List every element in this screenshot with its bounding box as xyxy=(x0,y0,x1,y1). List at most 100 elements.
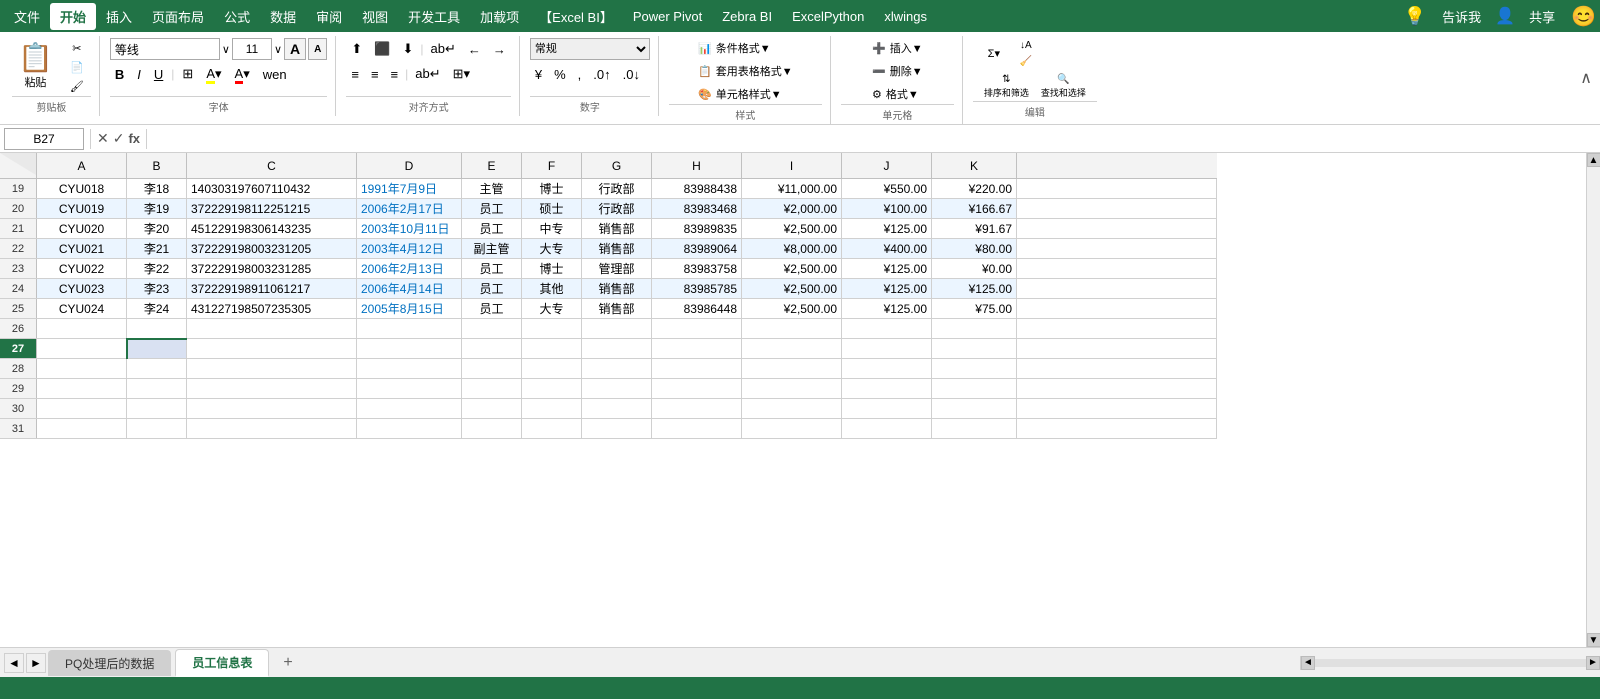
indent-decrease-button[interactable]: ← xyxy=(463,38,486,60)
vertical-scrollbar[interactable]: ▲ ▼ xyxy=(1586,153,1600,647)
cell-I30[interactable] xyxy=(742,399,842,419)
cell-A23[interactable]: CYU022 xyxy=(37,259,127,279)
cell-A21[interactable]: CYU020 xyxy=(37,219,127,239)
italic-button[interactable]: I xyxy=(132,63,146,85)
cell-G26[interactable] xyxy=(582,319,652,339)
cell-K21[interactable]: ¥91.67 xyxy=(932,219,1017,239)
cell-E30[interactable] xyxy=(462,399,522,419)
bold-button[interactable]: B xyxy=(110,63,129,85)
cell-C19[interactable]: 140303197607110432 xyxy=(187,179,357,199)
menu-tell-me[interactable]: 告诉我 xyxy=(1432,3,1491,30)
row-header-27[interactable]: 27 xyxy=(0,339,37,359)
decimal-decrease-button[interactable]: .0↓ xyxy=(618,63,645,85)
cell-C22[interactable]: 372229198003231205 xyxy=(187,239,357,259)
cell-G20[interactable]: 行政部 xyxy=(582,199,652,219)
cell-D31[interactable] xyxy=(357,419,462,439)
cell-C25[interactable]: 431227198507235305 xyxy=(187,299,357,319)
cell-K19[interactable]: ¥220.00 xyxy=(932,179,1017,199)
sheet-tab-employee[interactable]: 员工信息表 xyxy=(175,649,269,677)
cell-F21[interactable]: 中专 xyxy=(522,219,582,239)
cell-D30[interactable] xyxy=(357,399,462,419)
row-header-21[interactable]: 21 xyxy=(0,219,37,239)
horizontal-scrollbar[interactable]: ◄ ► xyxy=(1300,656,1600,670)
cell-A20[interactable]: CYU019 xyxy=(37,199,127,219)
cell-F22[interactable]: 大专 xyxy=(522,239,582,259)
menu-file[interactable]: 文件 xyxy=(4,3,50,30)
cell-J31[interactable] xyxy=(842,419,932,439)
autosum-button[interactable]: Σ▾ xyxy=(980,45,1008,62)
cell-I27[interactable] xyxy=(742,339,842,359)
cell-A28[interactable] xyxy=(37,359,127,379)
cell-D24[interactable]: 2006年4月14日 xyxy=(357,279,462,299)
smiley-icon[interactable]: 😊 xyxy=(1571,4,1596,29)
menu-formula[interactable]: 公式 xyxy=(214,3,260,30)
cell-K26[interactable] xyxy=(932,319,1017,339)
cell-H26[interactable] xyxy=(652,319,742,339)
wenfont-button[interactable]: wen xyxy=(258,63,292,85)
align-center-button[interactable]: ≡ xyxy=(366,63,384,85)
scroll-left-button[interactable]: ◄ xyxy=(1301,656,1315,670)
col-header-G[interactable]: G xyxy=(582,153,652,179)
cell-K20[interactable]: ¥166.67 xyxy=(932,199,1017,219)
cell-style-button[interactable]: 🎨 单元格样式▼ xyxy=(694,84,797,104)
cell-E23[interactable]: 员工 xyxy=(462,259,522,279)
cell-A27[interactable] xyxy=(37,339,127,359)
col-header-B[interactable]: B xyxy=(127,153,187,179)
cell-H27[interactable] xyxy=(652,339,742,359)
cell-G19[interactable]: 行政部 xyxy=(582,179,652,199)
align-top-button[interactable]: ⬆ xyxy=(346,38,367,60)
search-icon[interactable]: 💡 xyxy=(1404,6,1426,27)
cell-I23[interactable]: ¥2,500.00 xyxy=(742,259,842,279)
cell-D19[interactable]: 1991年7月9日 xyxy=(357,179,462,199)
cell-B19[interactable]: 李18 xyxy=(127,179,187,199)
cell-H29[interactable] xyxy=(652,379,742,399)
cut-button[interactable]: ✂ xyxy=(63,40,91,57)
cell-D23[interactable]: 2006年2月13日 xyxy=(357,259,462,279)
menu-power-pivot[interactable]: Power Pivot xyxy=(623,5,712,28)
align-middle-button[interactable]: ⬛ xyxy=(369,38,395,60)
cell-B24[interactable]: 李23 xyxy=(127,279,187,299)
cell-B25[interactable]: 李24 xyxy=(127,299,187,319)
fill-button[interactable]: ↓A xyxy=(1012,38,1040,53)
col-header-C[interactable]: C xyxy=(187,153,357,179)
cell-C24[interactable]: 372229198911061217 xyxy=(187,279,357,299)
find-select-button[interactable]: 🔍 查找和选择 xyxy=(1037,72,1090,101)
col-header-J[interactable]: J xyxy=(842,153,932,179)
cell-B21[interactable]: 李20 xyxy=(127,219,187,239)
cell-C21[interactable]: 451229198306143235 xyxy=(187,219,357,239)
cell-reference-box[interactable]: B27 xyxy=(4,128,84,150)
cell-E21[interactable]: 员工 xyxy=(462,219,522,239)
cell-A24[interactable]: CYU023 xyxy=(37,279,127,299)
cell-B30[interactable] xyxy=(127,399,187,419)
underline-button[interactable]: U xyxy=(149,63,168,85)
align-bottom-button[interactable]: ⬇ xyxy=(397,38,418,60)
cell-H22[interactable]: 83989064 xyxy=(652,239,742,259)
format-cells-button[interactable]: ⚙ 格式▼ xyxy=(868,84,927,104)
cell-A26[interactable] xyxy=(37,319,127,339)
cell-B26[interactable] xyxy=(127,319,187,339)
col-header-D[interactable]: D xyxy=(357,153,462,179)
scroll-right-button[interactable]: ► xyxy=(1586,656,1600,670)
cell-C23[interactable]: 372229198003231285 xyxy=(187,259,357,279)
cell-H20[interactable]: 83983468 xyxy=(652,199,742,219)
decimal-increase-button[interactable]: .0↑ xyxy=(588,63,615,85)
text-direction-button[interactable]: ab↵ xyxy=(425,38,460,60)
row-header-23[interactable]: 23 xyxy=(0,259,37,279)
cell-K29[interactable] xyxy=(932,379,1017,399)
font-name-input[interactable] xyxy=(110,38,220,60)
conditional-format-button[interactable]: 📊 条件格式▼ xyxy=(694,38,797,58)
cell-F29[interactable] xyxy=(522,379,582,399)
cell-B28[interactable] xyxy=(127,359,187,379)
menu-zebra-bi[interactable]: Zebra BI xyxy=(712,5,782,28)
menu-excel-bi[interactable]: 【Excel BI】 xyxy=(529,3,623,30)
cell-E24[interactable]: 员工 xyxy=(462,279,522,299)
cell-G27[interactable] xyxy=(582,339,652,359)
cell-B27[interactable] xyxy=(127,339,187,359)
cell-C26[interactable] xyxy=(187,319,357,339)
cell-G29[interactable] xyxy=(582,379,652,399)
cell-J28[interactable] xyxy=(842,359,932,379)
cell-A22[interactable]: CYU021 xyxy=(37,239,127,259)
cell-K24[interactable]: ¥125.00 xyxy=(932,279,1017,299)
cell-D20[interactable]: 2006年2月17日 xyxy=(357,199,462,219)
insert-cells-button[interactable]: ➕ 插入▼ xyxy=(868,38,927,58)
